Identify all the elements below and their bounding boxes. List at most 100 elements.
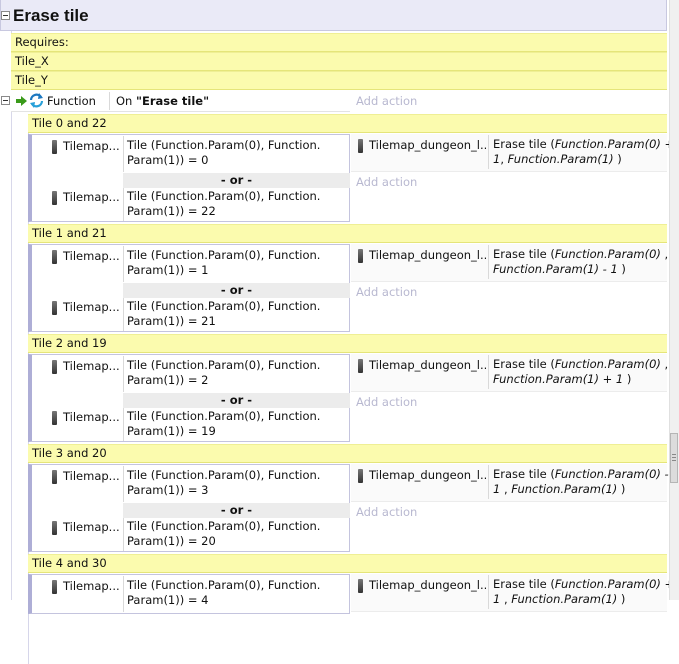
- action-param: Function.Param(1) + 1: [493, 372, 624, 386]
- group-header[interactable]: Tile 0 and 22: [28, 114, 667, 133]
- column-divider: [488, 355, 489, 389]
- action-object: Tilemap_dungeon_l...: [358, 248, 486, 263]
- param-row-tile-y[interactable]: Tile_Y: [11, 71, 667, 90]
- condition-line: Tile (Function.Param(0), Function.: [127, 409, 321, 423]
- column-divider: [123, 408, 124, 441]
- add-action-link[interactable]: Add action: [356, 285, 417, 299]
- condition-block[interactable]: Tilemap... Tile (Function.Param(0), Func…: [28, 354, 350, 442]
- add-action-link[interactable]: Add action: [356, 395, 417, 409]
- action-param: Function.Param(0) +: [554, 577, 675, 591]
- tilemap-icon: [52, 579, 57, 594]
- tilemap-icon: [52, 359, 57, 374]
- group-name: Tile 1 and 21: [32, 226, 107, 240]
- add-action-link[interactable]: Add action: [356, 175, 417, 189]
- action-text-part: ): [623, 372, 632, 386]
- action-row[interactable]: Tilemap_dungeon_l... Erase tile (Functio…: [351, 134, 674, 172]
- object-name: Tilemap...: [63, 300, 120, 314]
- requires-label: Requires:: [15, 35, 69, 49]
- column-divider: [123, 576, 124, 612]
- or-separator: - or -: [123, 283, 350, 298]
- column-divider: [488, 465, 489, 499]
- group-name: Tile 0 and 22: [32, 116, 107, 130]
- action-text-part: ,: [500, 592, 512, 606]
- or-separator: - or -: [123, 503, 350, 518]
- object-name: Tilemap_dungeon_l...: [369, 248, 486, 262]
- condition-block[interactable]: Tilemap... Tile (Function.Param(0), Func…: [28, 574, 350, 614]
- function-refresh-icon: [29, 93, 44, 108]
- condition-line: Param(1)) = 0: [127, 153, 209, 167]
- vertical-scrollbar[interactable]: [669, 0, 679, 600]
- action-row[interactable]: Tilemap_dungeon_l... Erase tile (Functio…: [351, 574, 674, 612]
- condition-line: Param(1)) = 21: [127, 314, 216, 328]
- action-text-part: ): [617, 592, 626, 606]
- condition-text[interactable]: Tile (Function.Param(0), Function. Param…: [127, 468, 320, 498]
- condition-text[interactable]: Tile (Function.Param(0), Function. Param…: [127, 358, 320, 388]
- condition-line: Tile (Function.Param(0), Function.: [127, 578, 321, 592]
- condition-object: Tilemap...: [52, 359, 124, 374]
- action-text-part: ,: [500, 152, 508, 166]
- on-text: On: [116, 94, 136, 108]
- condition-line: Param(1)) = 2: [127, 373, 209, 387]
- action-object: Tilemap_dungeon_l...: [358, 358, 486, 373]
- action-row[interactable]: Tilemap_dungeon_l... Erase tile (Functio…: [351, 464, 669, 502]
- thumb-grip: [672, 460, 676, 461]
- object-name: Tilemap...: [63, 520, 120, 534]
- action-param: Function.Param(0) -: [554, 467, 669, 481]
- condition-block[interactable]: Tilemap... Tile (Function.Param(0), Func…: [28, 134, 350, 222]
- condition-line: Tile (Function.Param(0), Function.: [127, 468, 321, 482]
- action-text-part: ): [617, 482, 626, 496]
- scrollbar-thumb[interactable]: [670, 433, 678, 483]
- action-row[interactable]: Tilemap_dungeon_l... Erase tile (Functio…: [351, 354, 668, 392]
- condition-line: Tile (Function.Param(0), Function.: [127, 299, 321, 313]
- condition-object: Tilemap...: [52, 190, 124, 205]
- condition-line: Param(1)) = 19: [127, 424, 216, 438]
- collapse-event-icon[interactable]: [1, 11, 10, 20]
- condition-text[interactable]: Tile (Function.Param(0), Function. Param…: [127, 578, 320, 608]
- condition-block[interactable]: Tilemap... Tile (Function.Param(0), Func…: [28, 244, 350, 332]
- condition-line: Tile (Function.Param(0), Function.: [127, 189, 321, 203]
- tree-line: [11, 31, 12, 600]
- condition-object: Tilemap...: [52, 520, 124, 535]
- requires-row[interactable]: Requires:: [11, 33, 667, 52]
- action-row[interactable]: Tilemap_dungeon_l... Erase tile (Functio…: [351, 244, 668, 282]
- collapse-function-icon[interactable]: [1, 96, 10, 105]
- green-arrow-icon: [16, 96, 27, 106]
- action-text[interactable]: Erase tile (Function.Param(0) + 1, Funct…: [493, 137, 674, 167]
- tilemap-icon: [358, 578, 363, 593]
- condition-text[interactable]: Tile (Function.Param(0), Function. Param…: [127, 299, 320, 329]
- group-header[interactable]: Tile 4 and 30: [28, 554, 667, 573]
- condition-object: Tilemap...: [52, 410, 124, 425]
- condition-object: Tilemap...: [52, 300, 124, 315]
- condition-text[interactable]: Tile (Function.Param(0), Function. Param…: [127, 189, 320, 219]
- add-action-link[interactable]: Add action: [356, 505, 417, 519]
- add-action-link[interactable]: Add action: [356, 94, 417, 108]
- object-name: Tilemap...: [63, 249, 120, 263]
- object-name: Tilemap...: [63, 410, 120, 424]
- object-name: Tilemap_dungeon_l...: [369, 468, 486, 482]
- group-header[interactable]: Tile 2 and 19: [28, 334, 667, 353]
- condition-line: Tile (Function.Param(0), Function.: [127, 248, 321, 262]
- action-text[interactable]: Erase tile (Function.Param(0) , Function…: [493, 357, 668, 387]
- function-condition-row[interactable]: Function On "Erase tile": [11, 90, 350, 112]
- tilemap-icon: [52, 139, 57, 154]
- tilemap-icon: [358, 468, 363, 483]
- tilemap-icon: [358, 358, 363, 373]
- condition-block[interactable]: Tilemap... Tile (Function.Param(0), Func…: [28, 464, 350, 552]
- condition-text[interactable]: Tile (Function.Param(0), Function. Param…: [127, 248, 320, 278]
- condition-text[interactable]: Tile (Function.Param(0), Function. Param…: [127, 409, 320, 439]
- condition-line: Param(1)) = 20: [127, 534, 216, 548]
- condition-text[interactable]: Tile (Function.Param(0), Function. Param…: [127, 138, 320, 168]
- group-header[interactable]: Tile 1 and 21: [28, 224, 667, 243]
- condition-text[interactable]: Tile (Function.Param(0), Function. Param…: [127, 519, 320, 549]
- action-text-part: ): [617, 262, 626, 276]
- function-name: "Erase tile": [136, 94, 210, 108]
- param-row-tile-x[interactable]: Tile_X: [11, 52, 667, 71]
- tilemap-icon: [52, 190, 57, 205]
- action-text[interactable]: Erase tile (Function.Param(0) , Function…: [493, 247, 668, 277]
- column-divider: [488, 245, 489, 279]
- action-text[interactable]: Erase tile (Function.Param(0) + 1 , Func…: [493, 577, 674, 607]
- column-divider: [123, 518, 124, 551]
- group-header[interactable]: Tile 3 and 20: [28, 444, 667, 463]
- action-text[interactable]: Erase tile (Function.Param(0) - 1 , Func…: [493, 467, 669, 497]
- action-object: Tilemap_dungeon_l...: [358, 578, 486, 593]
